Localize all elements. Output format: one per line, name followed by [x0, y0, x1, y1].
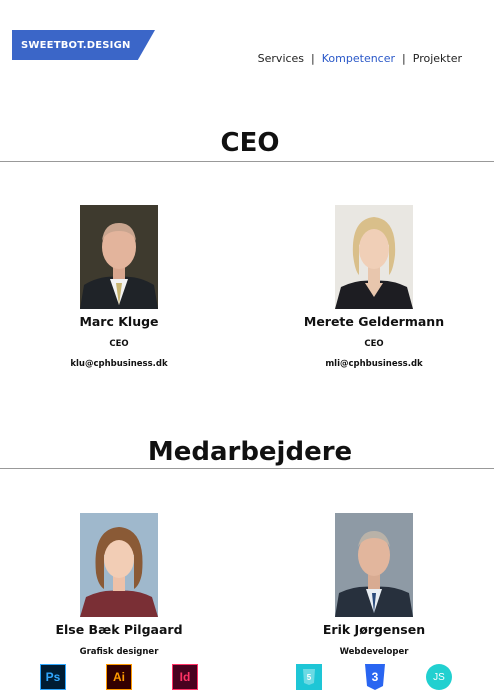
nav-projekter[interactable]: Projekter	[413, 52, 462, 65]
section-title-ceo: CEO	[220, 128, 280, 158]
portrait-photo	[80, 205, 158, 309]
nav-separator: |	[311, 52, 315, 65]
person-name: Marc Kluge	[79, 314, 159, 329]
person-card-merete-geldermann: Merete Geldermann CEO mli@cphbusiness.dk	[274, 205, 474, 369]
portrait-photo	[335, 513, 413, 617]
person-card-marc-kluge: Marc Kluge CEO klu@cphbusiness.dk	[19, 205, 219, 369]
person-email[interactable]: klu@cphbusiness.dk	[19, 359, 219, 369]
svg-text:5: 5	[307, 673, 312, 682]
section-divider	[0, 468, 494, 469]
css3-icon: 3	[362, 664, 388, 690]
indesign-icon: Id	[172, 664, 198, 690]
main-nav: Services | Kompetencer | Projekter	[258, 52, 462, 65]
js-icon: JS	[426, 664, 452, 690]
portrait-photo	[335, 205, 413, 309]
html5-icon: 5	[296, 664, 322, 690]
section-title-medarbejdere: Medarbejdere	[147, 437, 353, 467]
nav-services[interactable]: Services	[258, 52, 304, 65]
site-logo[interactable]: SWEETBOT.DESIGN	[12, 30, 155, 60]
nav-kompetencer[interactable]: Kompetencer	[322, 52, 395, 65]
person-name: Else Bæk Pilgaard	[55, 622, 183, 637]
person-card-erik-jorgensen: Erik Jørgensen Webdeveloper	[274, 513, 474, 657]
section-divider	[0, 161, 494, 162]
person-role: Grafisk designer	[79, 647, 159, 657]
person-name: Merete Geldermann	[303, 314, 445, 329]
illustrator-icon: Ai	[106, 664, 132, 690]
person-role: CEO	[364, 339, 384, 349]
person-email[interactable]: mli@cphbusiness.dk	[274, 359, 474, 369]
photoshop-icon: Ps	[40, 664, 66, 690]
svg-text:3: 3	[372, 670, 379, 684]
person-role: Webdeveloper	[339, 647, 409, 657]
person-name: Erik Jørgensen	[322, 622, 426, 637]
person-card-else-baek-pilgaard: Else Bæk Pilgaard Grafisk designer	[19, 513, 219, 657]
nav-separator: |	[402, 52, 406, 65]
person-role: CEO	[109, 339, 129, 349]
portrait-photo	[80, 513, 158, 617]
